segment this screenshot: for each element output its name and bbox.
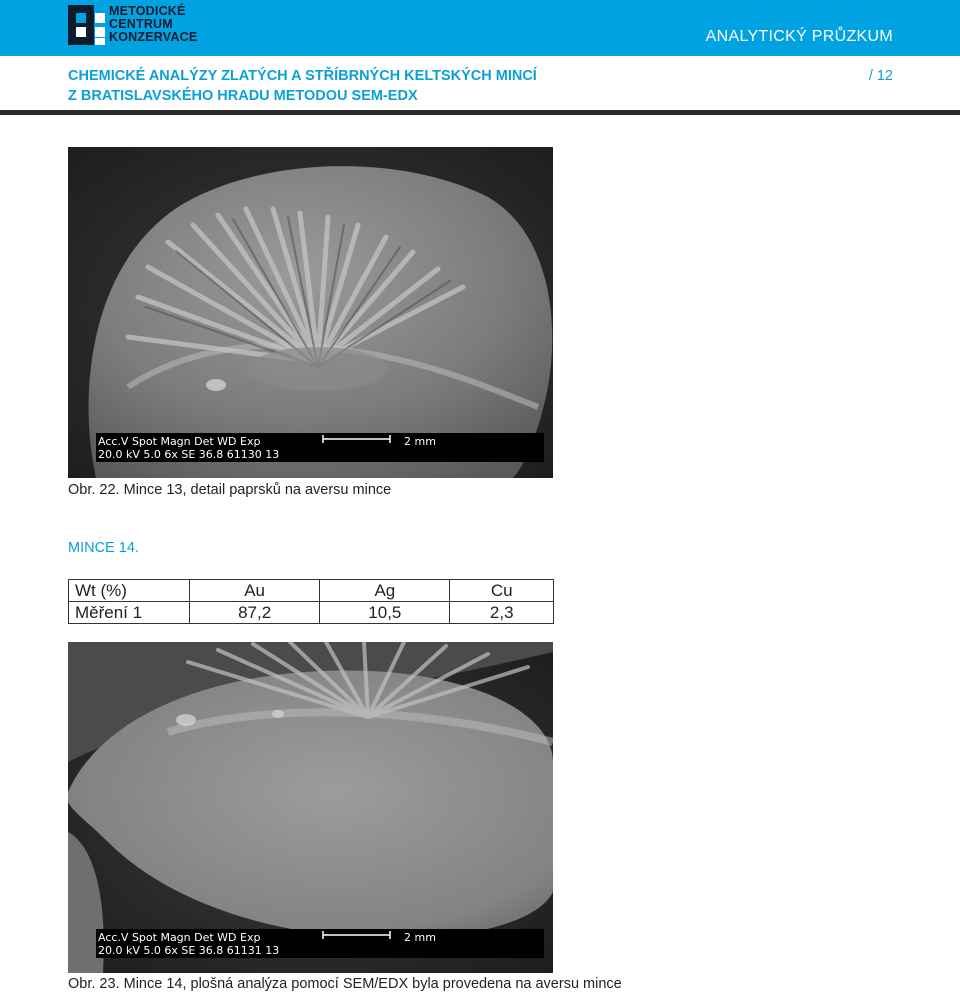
scale-label: 2 mm: [404, 435, 436, 448]
databar-values: 20.0 kV 5.0 6x SE 36.8 61131 13: [98, 944, 279, 957]
databar-values: 20.0 kV 5.0 6x SE 36.8 61130 13: [98, 448, 279, 461]
page-number: / 12: [868, 68, 893, 84]
sem-image-coin-14: Acc.V Spot Magn Det WD Exp 20.0 kV 5.0 6…: [68, 642, 553, 973]
databar-labels: Acc.V Spot Magn Det WD Exp: [98, 435, 260, 448]
table-cell: Měření 1: [68, 601, 190, 624]
document-title-line-2: Z BRATISLAVSKÉHO HRADU METODOU SEM-EDX: [68, 88, 418, 104]
table-header-cell: Au: [188, 579, 321, 602]
table-cell: 10,5: [319, 601, 451, 624]
table-header-row: Wt (%) Au Ag Cu: [68, 579, 554, 602]
logo-mark-icon: [68, 5, 105, 45]
logo-wordmark: METODICKÉ CENTRUM KONZERVACE: [109, 5, 239, 44]
composition-table: Wt (%) Au Ag Cu Měření 1 87,2 10,5 2,3: [68, 579, 554, 624]
header-rule: [0, 110, 960, 115]
document-title: CHEMICKÉ ANALÝZY ZLATÝCH A STŘÍBRNÝCH KE…: [68, 66, 788, 106]
coin-heading: MINCE 14.: [68, 540, 139, 556]
sem-image-coin-13: Acc.V Spot Magn Det WD Exp 20.0 kV 5.0 6…: [68, 147, 553, 478]
figure-caption-23: Obr. 23. Mince 14, plošná analýza pomocí…: [68, 976, 622, 992]
section-label: ANALYTICKÝ PRŮZKUM: [705, 28, 893, 45]
figure-caption-22: Obr. 22. Mince 13, detail paprsků na ave…: [68, 482, 392, 498]
scale-label: 2 mm: [404, 931, 436, 944]
databar-labels: Acc.V Spot Magn Det WD Exp: [98, 931, 260, 944]
table-cell: 87,2: [188, 601, 321, 624]
logo: METODICKÉ CENTRUM KONZERVACE: [68, 5, 208, 47]
table-header-cell: Wt (%): [68, 579, 190, 602]
document-title-line-1: CHEMICKÉ ANALÝZY ZLATÝCH A STŘÍBRNÝCH KE…: [68, 68, 537, 84]
table-header-cell: Ag: [319, 579, 451, 602]
logo-line-3: KONZERVACE: [109, 30, 198, 44]
table-header-cell: Cu: [449, 579, 554, 602]
table-cell: 2,3: [449, 601, 554, 624]
table-row: Měření 1 87,2 10,5 2,3: [68, 601, 554, 624]
header-bar: METODICKÉ CENTRUM KONZERVACE ANALYTICKÝ …: [0, 0, 960, 56]
